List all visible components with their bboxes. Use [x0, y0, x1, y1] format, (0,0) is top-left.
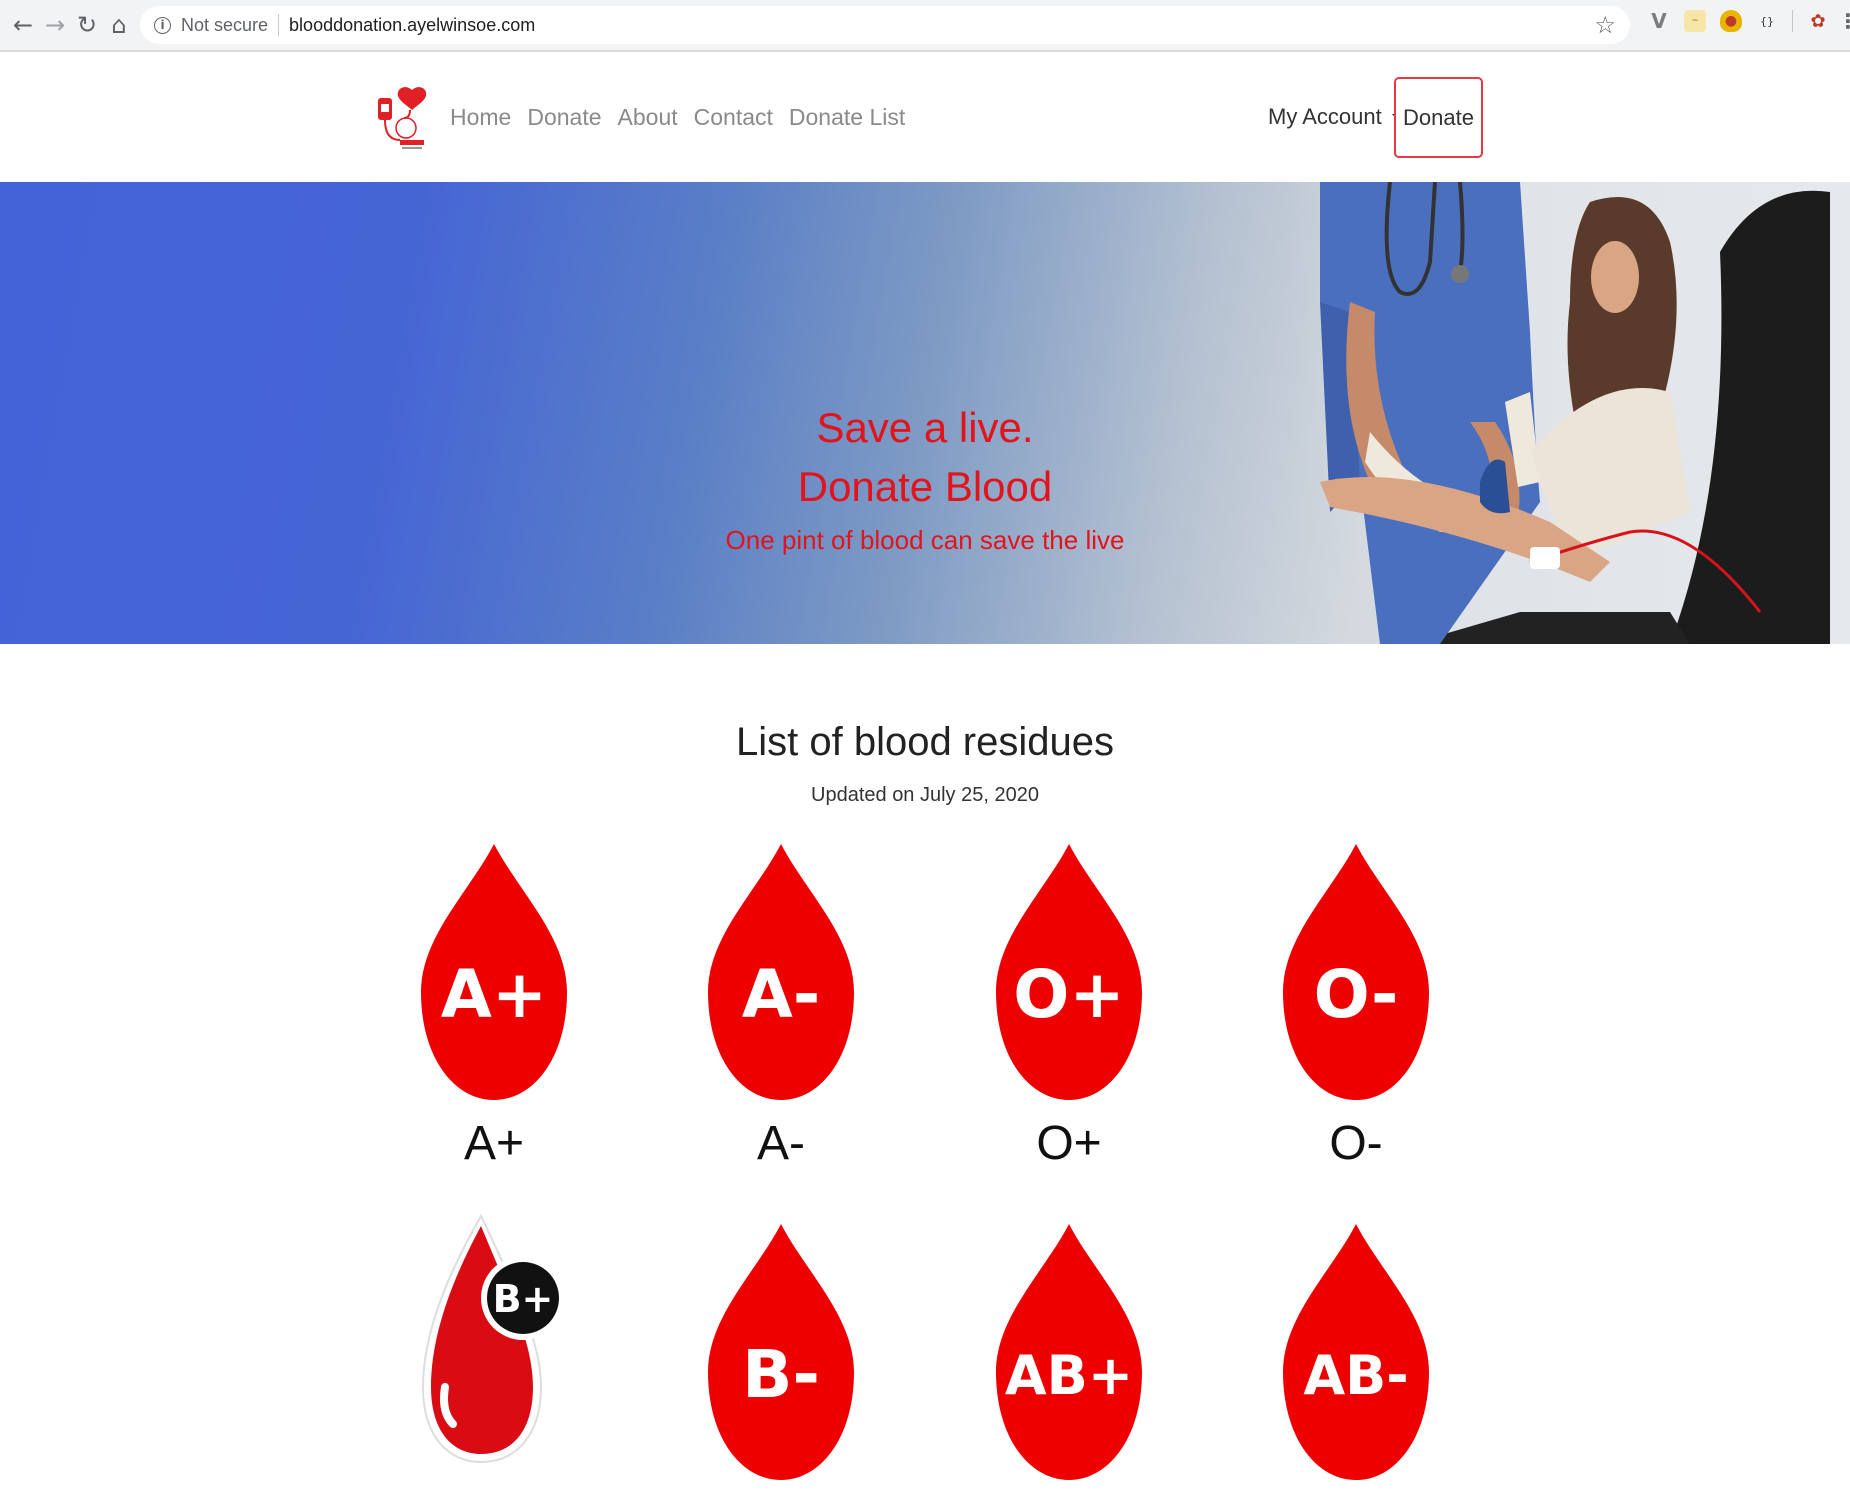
- menu-icon[interactable]: ⋮: [1838, 9, 1850, 33]
- blood-group-card-ab-pos[interactable]: AB+: [994, 1222, 1144, 1484]
- blood-group-card-b-pos[interactable]: B+: [419, 1212, 569, 1474]
- drop-badge-text: O-: [1314, 956, 1399, 1033]
- donate-button[interactable]: Donate: [1394, 77, 1483, 158]
- url-divider: [278, 14, 280, 36]
- hero-subheadline: Donate Blood: [797, 463, 1053, 510]
- drop-badge-text: A-: [742, 956, 820, 1033]
- my-account-dropdown[interactable]: My Account: [1268, 104, 1404, 130]
- blood-donation-logo[interactable]: [370, 84, 438, 154]
- home-icon[interactable]: ⌂: [104, 10, 134, 40]
- site-navbar: Home Donate About Contact Donate List My…: [0, 54, 1850, 182]
- nav-links: Home Donate About Contact Donate List: [450, 104, 905, 131]
- hero-banner: Save a live. Donate Blood One pint of bl…: [0, 182, 1850, 644]
- blood-drop-icon: B+: [421, 1213, 565, 1464]
- blood-group-card-o-pos[interactable]: O+ O+: [994, 842, 1144, 1171]
- blood-group-card-ab-neg[interactable]: AB-: [1281, 1222, 1431, 1484]
- drop-badge-text: B-: [742, 1336, 820, 1413]
- blood-drop-icon: AB+: [996, 1224, 1142, 1480]
- blood-drop-icon: AB-: [1283, 1224, 1429, 1480]
- drop-badge-text: B+: [493, 1277, 554, 1321]
- blood-drop-icon: A-: [708, 844, 854, 1100]
- hero-text: Save a live. Donate Blood One pint of bl…: [0, 400, 1850, 562]
- blood-group-card-a-neg[interactable]: A- A-: [706, 842, 856, 1171]
- profile-extension-icon[interactable]: ✿: [1807, 10, 1829, 32]
- blood-group-label: A+: [463, 1117, 525, 1170]
- hero-tagline: One pint of blood can save the live: [725, 525, 1125, 555]
- nav-donate[interactable]: Donate: [527, 104, 601, 131]
- drop-badge-text: AB-: [1303, 1344, 1408, 1407]
- url-text[interactable]: blooddonation.ayelwinsoe.com: [289, 15, 535, 36]
- nav-home[interactable]: Home: [450, 104, 511, 131]
- json-extension-icon[interactable]: {}: [1756, 10, 1778, 32]
- security-label: Not secure: [181, 14, 269, 35]
- forward-icon[interactable]: →: [40, 10, 70, 40]
- blood-group-card-b-neg[interactable]: B-: [706, 1222, 856, 1484]
- nav-donate-list[interactable]: Donate List: [789, 104, 905, 131]
- browser-toolbar: ← → ↻ ⌂ i Not secure blooddonation.ayelw…: [0, 0, 1850, 52]
- back-icon[interactable]: ←: [8, 10, 38, 40]
- blood-drop-icon: A+: [421, 844, 567, 1100]
- drop-badge-text: A+: [441, 956, 547, 1033]
- reload-icon[interactable]: ↻: [72, 10, 102, 40]
- vue-extension-icon[interactable]: V: [1648, 9, 1670, 33]
- extension-icons: V ~ ● {} ✿ ⋮: [1648, 9, 1850, 33]
- info-icon[interactable]: i: [154, 16, 171, 34]
- my-account-label: My Account: [1268, 104, 1382, 129]
- residues-title: List of blood residues: [735, 720, 1114, 764]
- extension-icon[interactable]: ~: [1684, 10, 1706, 32]
- address-bar[interactable]: i Not secure blooddonation.ayelwinsoe.co…: [140, 6, 1630, 44]
- blood-group-label: A-: [757, 1117, 805, 1170]
- blood-group-label: O+: [1036, 1117, 1102, 1170]
- blood-group-label: O-: [1329, 1117, 1383, 1170]
- nav-contact[interactable]: Contact: [694, 104, 773, 131]
- blood-drop-icon: O-: [1283, 844, 1429, 1100]
- blood-group-card-a-pos[interactable]: A+ A+: [419, 842, 569, 1171]
- blood-drop-icon: O+: [996, 844, 1142, 1100]
- shield-extension-icon[interactable]: ●: [1720, 10, 1742, 32]
- drop-badge-text: O+: [1013, 956, 1124, 1033]
- residues-updated: Updated on July 25, 2020: [811, 784, 1039, 806]
- nav-about[interactable]: About: [618, 104, 678, 131]
- blood-group-card-o-neg[interactable]: O- O-: [1281, 842, 1431, 1171]
- blood-drop-icon: B-: [708, 1224, 854, 1480]
- star-icon[interactable]: ☆: [1594, 11, 1616, 39]
- toolbar-divider: [1792, 10, 1793, 32]
- hero-headline: Save a live.: [816, 404, 1034, 451]
- drop-badge-text: AB+: [1005, 1344, 1133, 1407]
